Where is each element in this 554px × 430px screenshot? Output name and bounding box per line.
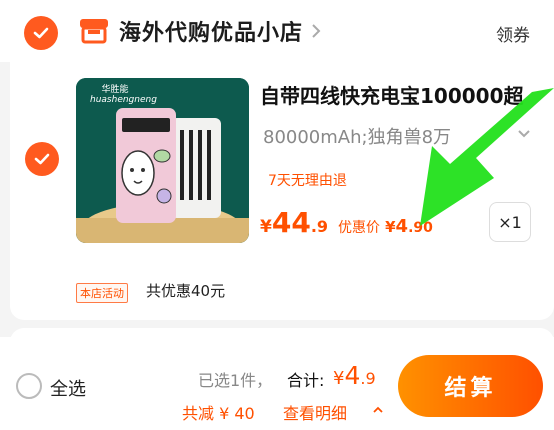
promo-text: 共优惠40元 — [146, 282, 226, 300]
checkout-bar: 全选 已选1件， 合计: ¥4.9 共减 ¥ 40 查看明细 结算 — [0, 337, 554, 430]
product-spec[interactable]: 80000mAh;独角兽8万 — [263, 123, 451, 149]
product-thumbnail[interactable]: 华胜能 huashengneng — [76, 78, 249, 243]
total-saving: 共减 ¥ 40 — [182, 404, 255, 423]
chevron-up-icon[interactable] — [372, 405, 384, 414]
return-policy-badge: 7天无理由退 — [268, 173, 347, 189]
checkmark-icon — [33, 27, 49, 39]
chevron-right-icon[interactable] — [310, 22, 322, 40]
chevron-down-icon[interactable] — [517, 129, 531, 139]
select-all-label[interactable]: 全选 — [50, 375, 86, 401]
selected-count: 已选1件， — [198, 371, 273, 390]
item-select-checkbox[interactable] — [25, 142, 59, 176]
store-icon — [80, 19, 108, 44]
select-all-checkbox[interactable] — [16, 373, 42, 399]
checkmark-icon — [34, 153, 50, 165]
store-header: 海外代购优品小店 领券 — [0, 0, 554, 62]
thumbnail-brand: 华胜能 huashengneng — [90, 85, 157, 105]
total-price: ¥4.9 — [333, 361, 376, 390]
promo-tag: 本店活动 — [76, 283, 128, 303]
cart-page: 海外代购优品小店 领券 华胜能 huashengneng 自带四线快充电宝100… — [0, 0, 554, 430]
quantity-selector[interactable]: ×1 — [489, 202, 531, 242]
total-label: 合计: — [287, 371, 325, 390]
store-name[interactable]: 海外代购优品小店 — [119, 15, 303, 47]
view-details-link[interactable]: 查看明细 — [283, 400, 347, 424]
discount-price: 优惠价 ¥4.90 — [338, 216, 433, 237]
product-price: ¥44.9 — [260, 206, 329, 239]
checkout-button[interactable]: 结算 — [398, 355, 543, 417]
cart-item: 华胜能 huashengneng 自带四线快充电宝100000超 80000mA… — [10, 62, 554, 320]
product-title[interactable]: 自带四线快充电宝100000超 — [260, 80, 524, 109]
store-select-checkbox[interactable] — [24, 16, 58, 50]
coupon-link[interactable]: 领券 — [496, 21, 530, 46]
